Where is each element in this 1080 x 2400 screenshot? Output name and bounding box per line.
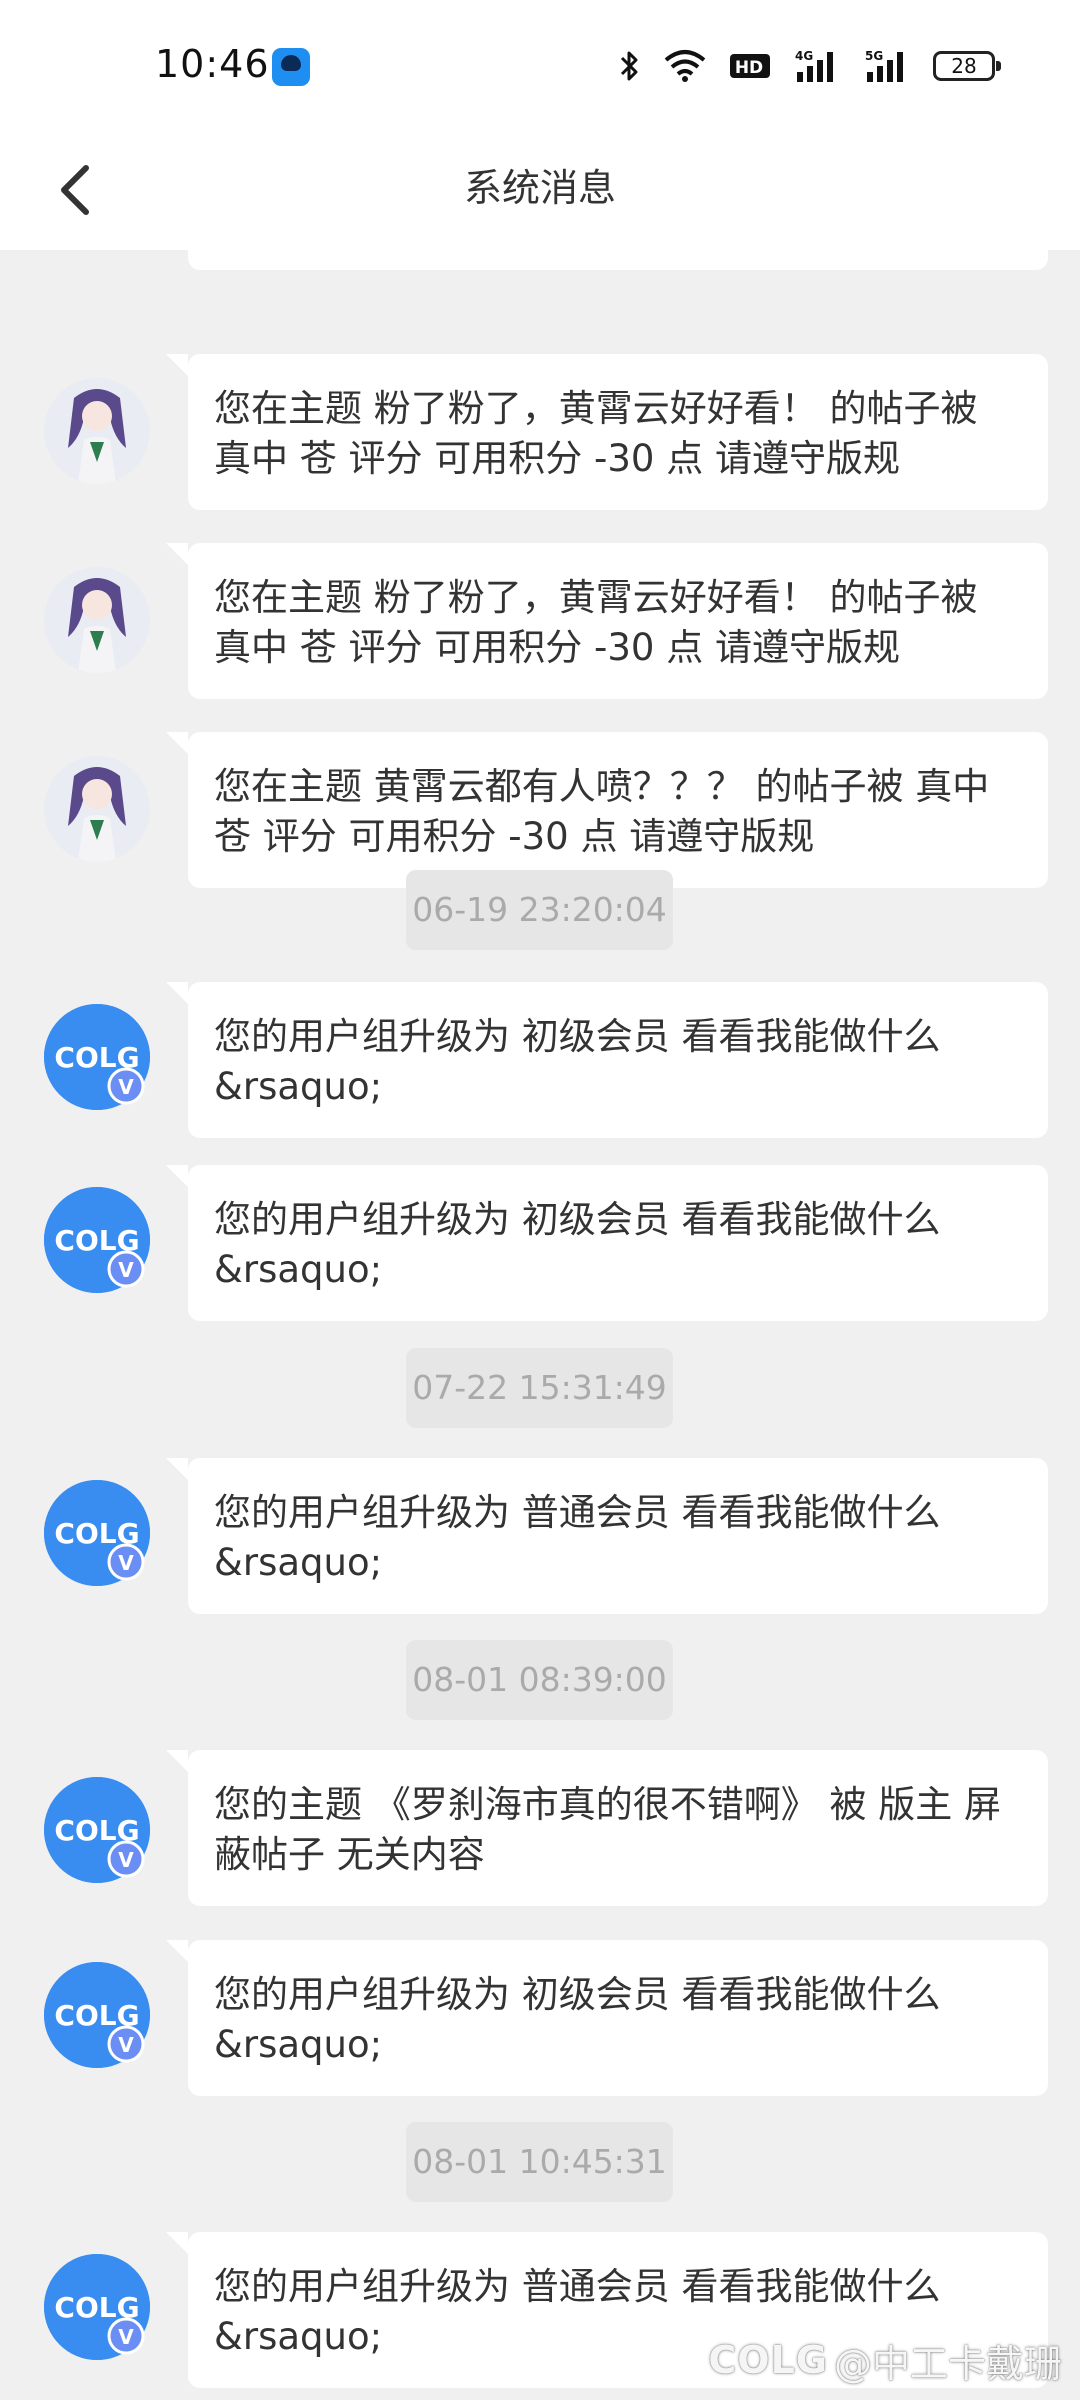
- wifi-icon: [664, 50, 706, 82]
- watermark-logo: COLG: [708, 2338, 828, 2382]
- message-text: 您的用户组升级为 初级会员 看看我能做什么 &rsaquo;: [214, 1015, 941, 1108]
- message-bubble[interactable]: 您在主题 粉了粉了，黄霄云好好看！ 的帖子被 真中 苍 评分 可用积分 -30 …: [166, 543, 1048, 699]
- watermark-text: @中工卡戴珊: [833, 2341, 1062, 2386]
- header: 系统消息: [0, 130, 1080, 250]
- previous-message-bubble: [188, 250, 1048, 270]
- message-text: 您的用户组升级为 普通会员 看看我能做什么 &rsaquo;: [214, 1491, 941, 1584]
- battery-level: 28: [951, 54, 977, 78]
- svg-text:4G: 4G: [795, 49, 813, 63]
- anime-girl-avatar[interactable]: [44, 567, 150, 673]
- message-text: 您在主题 黄霄云都有人喷？？？ 的帖子被 真中 苍 评分 可用积分 -30 点 …: [214, 765, 990, 858]
- message-bubble[interactable]: 您在主题 粉了粉了，黄霄云好好看！ 的帖子被 真中 苍 评分 可用积分 -30 …: [166, 354, 1048, 510]
- message-bubble[interactable]: 您的用户组升级为 初级会员 看看我能做什么 &rsaquo;: [166, 1165, 1048, 1321]
- svg-text:HD: HD: [735, 58, 763, 78]
- svg-text:V: V: [118, 1551, 134, 1575]
- status-icons: HD 4G 5G 28: [619, 46, 1001, 86]
- message-list[interactable]: 您在主题 粉了粉了，黄霄云好好看！ 的帖子被 真中 苍 评分 可用积分 -30 …: [0, 250, 1080, 2400]
- 4g-signal-icon: 4G: [795, 49, 833, 82]
- colg-avatar[interactable]: COLG V: [44, 1480, 150, 1586]
- status-time: 10:46: [155, 42, 270, 86]
- message-text: 您在主题 粉了粉了，黄霄云好好看！ 的帖子被 真中 苍 评分 可用积分 -30 …: [214, 387, 978, 480]
- message-bubble[interactable]: 您的用户组升级为 初级会员 看看我能做什么 &rsaquo;: [166, 982, 1048, 1138]
- bluetooth-icon: [620, 51, 638, 81]
- message-bubble[interactable]: 您在主题 黄霄云都有人喷？？？ 的帖子被 真中 苍 评分 可用积分 -30 点 …: [166, 732, 1048, 888]
- svg-text:V: V: [118, 1848, 134, 1872]
- 5g-signal-icon: 5G: [865, 49, 903, 82]
- colg-avatar[interactable]: COLG V: [44, 1962, 150, 2068]
- colg-avatar[interactable]: COLG V: [44, 1187, 150, 1293]
- timestamp-divider: 07-22 15:31:49: [406, 1348, 673, 1428]
- battery-icon: 28: [933, 51, 1001, 81]
- message-bubble[interactable]: 您的用户组升级为 初级会员 看看我能做什么 &rsaquo;: [166, 1940, 1048, 2096]
- svg-text:V: V: [118, 1075, 134, 1099]
- hd-icon: HD: [730, 54, 770, 78]
- timestamp-divider: 06-19 23:20:04: [406, 870, 673, 950]
- message-text: 您的用户组升级为 初级会员 看看我能做什么 &rsaquo;: [214, 1198, 941, 1291]
- colg-avatar[interactable]: COLG V: [44, 1777, 150, 1883]
- timestamp-divider: 08-01 10:45:31: [406, 2122, 673, 2202]
- watermark: COLG @中工卡戴珊: [708, 2332, 1062, 2388]
- anime-girl-avatar[interactable]: [44, 756, 150, 862]
- page-title: 系统消息: [463, 166, 616, 210]
- svg-text:V: V: [118, 2325, 134, 2349]
- app-notification-icon: [272, 48, 310, 86]
- svg-text:V: V: [118, 1258, 134, 1282]
- message-bubble[interactable]: 您的主题 《罗刹海市真的很不错啊》 被 版主 屏蔽帖子 无关内容: [166, 1750, 1048, 1906]
- message-text: 您的用户组升级为 初级会员 看看我能做什么 &rsaquo;: [214, 1973, 941, 2066]
- message-text: 您的主题 《罗刹海市真的很不错啊》 被 版主 屏蔽帖子 无关内容: [214, 1783, 1002, 1876]
- timestamp-divider: 08-01 08:39:00: [406, 1640, 673, 1720]
- svg-text:5G: 5G: [865, 49, 883, 63]
- back-button[interactable]: [40, 150, 110, 230]
- status-bar: 10:46 HD 4G 5G 28: [0, 0, 1080, 130]
- anime-girl-avatar[interactable]: [44, 378, 150, 484]
- message-bubble[interactable]: 您的用户组升级为 普通会员 看看我能做什么 &rsaquo;: [166, 1458, 1048, 1614]
- message-text: 您在主题 粉了粉了，黄霄云好好看！ 的帖子被 真中 苍 评分 可用积分 -30 …: [214, 576, 978, 669]
- colg-avatar[interactable]: COLG V: [44, 2254, 150, 2360]
- svg-text:V: V: [118, 2033, 134, 2057]
- chevron-left-icon: [61, 165, 89, 215]
- colg-avatar[interactable]: COLG V: [44, 1004, 150, 1110]
